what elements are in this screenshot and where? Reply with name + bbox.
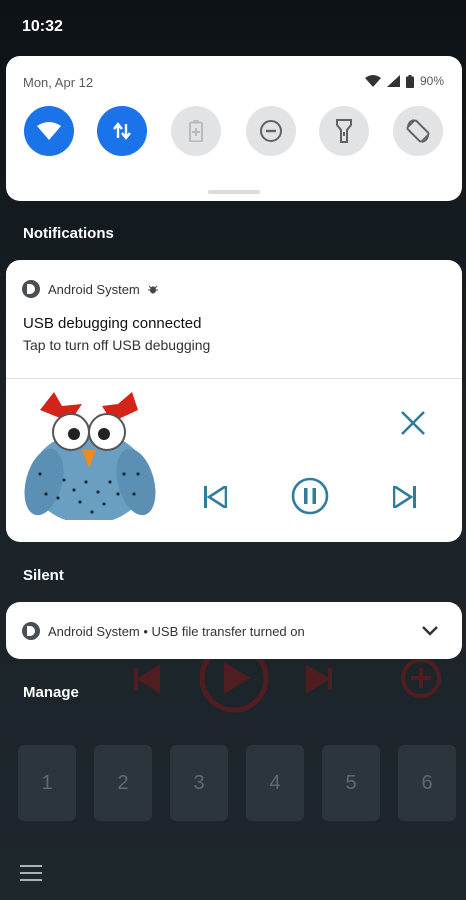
media-close-button[interactable] — [398, 408, 428, 438]
auto-rotate-icon — [406, 119, 430, 143]
flashlight-icon — [336, 119, 352, 143]
qs-status-icons: 90% — [364, 74, 444, 88]
background-key-1: 1 — [18, 745, 76, 821]
android-system-icon — [22, 622, 40, 640]
media-pause-button[interactable] — [290, 476, 330, 516]
tile-flashlight[interactable] — [319, 106, 369, 156]
tile-wifi[interactable] — [24, 106, 74, 156]
background-key-6: 6 — [398, 745, 456, 821]
media-previous-button[interactable] — [200, 480, 230, 514]
close-icon — [401, 411, 425, 435]
qs-date[interactable]: Mon, Apr 12 — [23, 75, 93, 90]
background-key-3: 3 — [170, 745, 228, 821]
android-system-icon — [22, 280, 40, 298]
media-album-art — [24, 392, 156, 520]
tile-mobile-data[interactable] — [97, 106, 147, 156]
notification-app-name: Android System — [48, 281, 140, 297]
wifi-status-icon — [364, 75, 381, 87]
notification-card-usb[interactable]: Android System USB debugging connected T… — [6, 260, 462, 542]
silent-header: Silent — [23, 567, 64, 584]
notification-title: USB debugging connected — [23, 315, 202, 332]
quick-settings-panel: Mon, Apr 12 90% — [6, 56, 462, 201]
media-next-button[interactable] — [390, 480, 420, 514]
notifications-header: Notifications — [23, 225, 114, 242]
background-key-4: 4 — [246, 745, 304, 821]
tile-do-not-disturb[interactable] — [246, 106, 296, 156]
skip-previous-icon — [204, 486, 227, 508]
menu-icon[interactable] — [20, 865, 42, 881]
status-bar: 10:32 — [0, 0, 466, 56]
status-time: 10:32 — [22, 18, 63, 35]
silent-app-row: Android System • USB file transfer turne… — [22, 622, 305, 640]
silent-notification-text: Android System • USB file transfer turne… — [48, 623, 305, 639]
background-key-5: 5 — [322, 745, 380, 821]
expand-button[interactable] — [418, 619, 442, 643]
battery-saver-icon — [189, 120, 203, 142]
battery-icon — [405, 74, 414, 88]
data-transfer-icon — [113, 122, 131, 140]
chevron-down-icon — [422, 626, 438, 636]
notification-text: Tap to turn off USB debugging — [23, 337, 211, 353]
bug-icon — [147, 285, 158, 294]
background-key-2: 2 — [94, 745, 152, 821]
cell-signal-icon — [386, 75, 400, 87]
qs-drag-handle[interactable] — [208, 190, 260, 194]
navigation-bar — [0, 848, 466, 900]
battery-percent: 90% — [419, 74, 444, 88]
do-not-disturb-icon — [260, 120, 282, 142]
pause-icon — [291, 477, 329, 515]
skip-next-icon — [393, 486, 416, 508]
tile-auto-rotate[interactable] — [393, 106, 443, 156]
notification-divider — [6, 378, 462, 379]
notification-card-silent[interactable]: Android System • USB file transfer turne… — [6, 602, 462, 659]
manage-button[interactable]: Manage — [23, 684, 79, 701]
wifi-icon — [37, 122, 61, 140]
notification-app-row: Android System — [22, 280, 158, 298]
tile-battery-saver[interactable] — [171, 106, 221, 156]
